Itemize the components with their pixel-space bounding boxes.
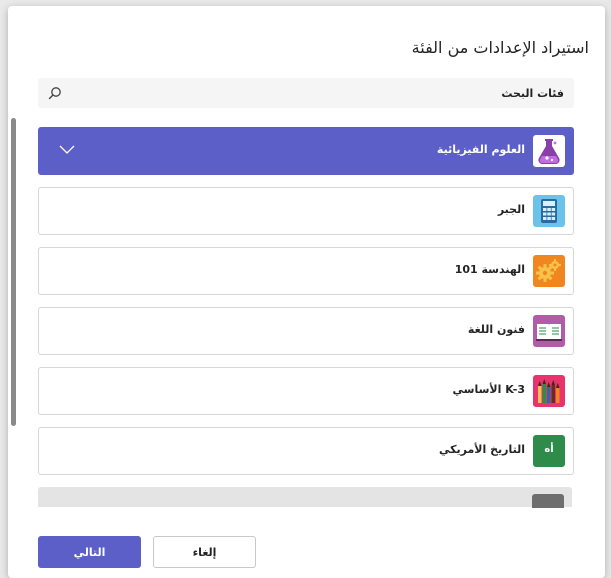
import-settings-dialog: استيراد الإعدادات من الفئة فئات البحث ال… xyxy=(8,6,605,578)
calculator-icon xyxy=(533,195,565,227)
category-label: التاريخ الأمريكي xyxy=(438,443,525,456)
category-item-k3-basics[interactable]: K-3 الأساسي xyxy=(38,367,574,415)
letter-tile-icon: أه xyxy=(533,435,565,467)
pencils-icon xyxy=(533,375,565,407)
search-input[interactable] xyxy=(72,78,564,108)
category-item-physical-science[interactable]: العلوم الفيزيائية xyxy=(38,127,574,175)
category-label: العلوم الفيزيائية xyxy=(436,143,525,156)
category-item-partial[interactable] xyxy=(38,487,572,508)
category-item-algebra[interactable]: الجبر xyxy=(38,187,574,235)
category-label: الجبر xyxy=(497,203,525,216)
category-item-language-arts[interactable]: فنون اللغة xyxy=(38,307,574,355)
category-label: K-3 الأساسي xyxy=(452,383,525,396)
flask-icon xyxy=(533,135,565,167)
search-box[interactable] xyxy=(38,78,574,108)
list-scrollbar[interactable] xyxy=(11,118,16,426)
category-item-engineering-101[interactable]: الهندسة 101 xyxy=(38,247,574,295)
category-label: الهندسة 101 xyxy=(454,263,525,276)
next-button[interactable]: التالي xyxy=(38,536,141,568)
search-icon xyxy=(48,87,61,100)
book-icon xyxy=(533,315,565,347)
category-label: فنون اللغة xyxy=(467,323,525,336)
cancel-button[interactable]: إلغاء xyxy=(153,536,256,568)
chevron-down-icon[interactable] xyxy=(59,145,75,155)
category-item-american-history[interactable]: أه التاريخ الأمريكي xyxy=(38,427,574,475)
dialog-title: استيراد الإعدادات من الفئة xyxy=(411,38,589,57)
category-list: العلوم الفيزيائية الجبر الهندسة 101 فنون… xyxy=(38,127,574,509)
category-tile-icon xyxy=(532,494,564,508)
tile-text: أه xyxy=(544,444,554,455)
gears-icon xyxy=(533,255,565,287)
